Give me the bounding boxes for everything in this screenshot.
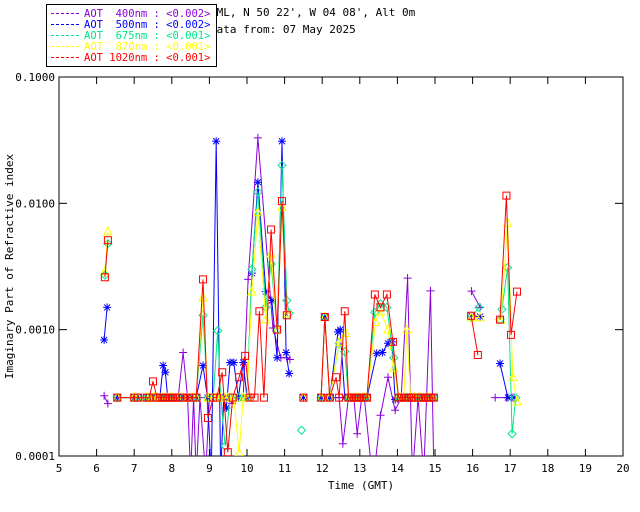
data-point-marker xyxy=(212,137,221,146)
y-tick-label: 0.0010 xyxy=(15,324,55,337)
y-tick-label: 0.0001 xyxy=(15,450,55,463)
data-point-marker xyxy=(285,369,294,378)
data-point-marker xyxy=(100,335,109,344)
x-tick-label: 13 xyxy=(353,462,366,475)
data-point-marker xyxy=(229,358,238,367)
data-point-marker xyxy=(353,429,362,438)
x-tick-label: 20 xyxy=(616,462,629,475)
y-tick-label: 0.1000 xyxy=(15,71,55,84)
data-point-marker xyxy=(159,361,168,370)
x-tick-label: 14 xyxy=(391,462,405,475)
x-tick-label: 11 xyxy=(278,462,291,475)
y-axis: 0.1000 0.0100 0.0010 0.0001 Imaginary Part o… xyxy=(3,71,623,463)
data-point-marker xyxy=(192,472,200,480)
data-point-marker xyxy=(273,353,282,362)
data-point-marker xyxy=(277,137,286,146)
data-point-marker xyxy=(161,368,170,377)
data-point-marker xyxy=(179,348,188,357)
x-axis: 5 6 7 8 9 10 11 12 13 14 15 16 17 18 19 20 Time (GMT) xyxy=(56,77,630,492)
x-tick-label: 18 xyxy=(541,462,554,475)
data-point-marker xyxy=(282,348,291,357)
data-point-marker xyxy=(187,472,195,480)
data-point-marker xyxy=(253,133,262,142)
x-tick-label: 12 xyxy=(316,462,329,475)
data-point-marker xyxy=(217,472,225,480)
data-point-marker xyxy=(420,472,428,480)
series-aot-400nm xyxy=(100,133,517,480)
x-tick-label: 15 xyxy=(428,462,441,475)
data-point-marker xyxy=(296,425,307,435)
data-point-marker xyxy=(372,349,381,358)
y-axis-title: Imaginary Part of Refractive index xyxy=(3,154,16,380)
series-aot-1020nm xyxy=(100,191,521,456)
x-tick-label: 6 xyxy=(93,462,100,475)
data-point-marker xyxy=(338,439,347,448)
data-point-marker xyxy=(408,472,416,480)
data-point-marker xyxy=(103,399,112,408)
data-point-marker xyxy=(403,274,412,283)
x-tick-label: 16 xyxy=(466,462,479,475)
data-point-marker xyxy=(100,391,109,400)
y-tick-label: 0.0100 xyxy=(15,197,55,210)
x-tick-label: 10 xyxy=(240,462,253,475)
x-tick-label: 5 xyxy=(56,462,63,475)
data-point-marker xyxy=(376,411,385,420)
data-point-marker xyxy=(378,348,387,357)
x-tick-label: 8 xyxy=(168,462,175,475)
x-tick-label: 17 xyxy=(504,462,517,475)
data-point-marker xyxy=(467,287,476,296)
x-tick-label: 7 xyxy=(131,462,138,475)
chart-canvas: 5 6 7 8 9 10 11 12 13 14 15 16 17 18 19 20 Time (GMT) 0.1… xyxy=(3,71,630,492)
x-axis-title: Time (GMT) xyxy=(328,479,394,492)
data-point-marker xyxy=(391,406,400,415)
x-tick-label: 9 xyxy=(206,462,213,475)
data-point-marker xyxy=(384,373,392,382)
x-tick-label: 19 xyxy=(579,462,592,475)
data-point-marker xyxy=(496,359,505,368)
data-point-marker xyxy=(426,286,435,295)
series-aot-500nm xyxy=(100,137,518,480)
data-point-marker xyxy=(253,178,262,187)
series-aot-870nm xyxy=(100,201,522,456)
series-aot-675nm xyxy=(100,160,521,451)
data-point-marker xyxy=(491,393,500,402)
aeronet-refractive-index-plot: PML, N 50 22', W 04 08', Alt 0m Data fro… xyxy=(0,0,640,512)
data-point-marker xyxy=(103,303,112,312)
